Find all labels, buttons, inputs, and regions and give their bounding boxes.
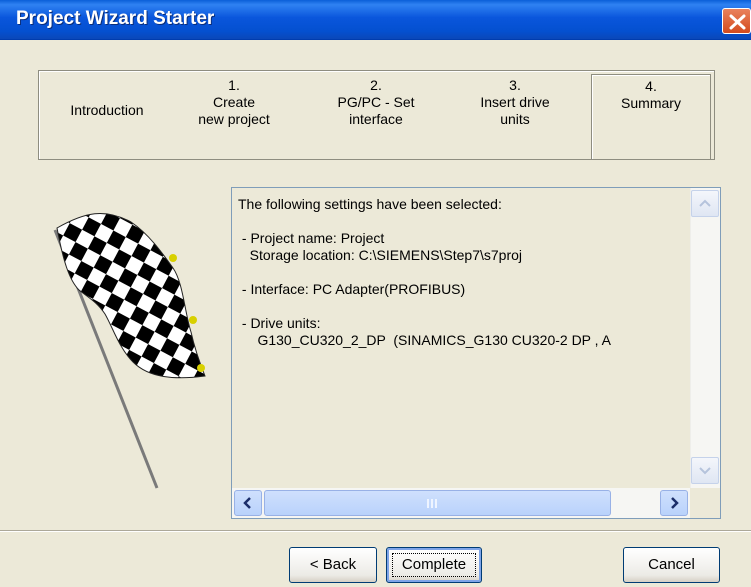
scroll-down-icon <box>699 467 711 475</box>
step-number: 3. <box>509 77 521 93</box>
summary-text: The following settings have been selecte… <box>238 196 612 348</box>
step-create-project: 1. Create new project <box>175 71 293 159</box>
complete-button[interactable]: Complete <box>386 547 482 583</box>
title-bar: Project Wizard Starter <box>0 0 751 40</box>
step-number <box>39 77 175 94</box>
scrollbar-corner <box>690 488 720 518</box>
step-number: 4. <box>645 78 657 94</box>
summary-panel[interactable]: The following settings have been selecte… <box>231 187 721 519</box>
back-button[interactable]: < Back <box>289 547 377 583</box>
close-button[interactable] <box>722 8 751 34</box>
scroll-thumb[interactable] <box>264 490 611 516</box>
step-label: Summary <box>621 95 681 111</box>
scroll-right-icon <box>671 497 679 509</box>
step-introduction: Introduction <box>39 71 175 159</box>
scroll-up-icon <box>699 199 711 207</box>
step-number: 2. <box>370 77 382 93</box>
vertical-scrollbar[interactable] <box>690 188 720 488</box>
step-label: Create new project <box>198 94 270 127</box>
separator <box>0 530 751 532</box>
step-label: Insert drive units <box>480 94 550 127</box>
step-label: PG/PC - Set interface <box>337 94 415 127</box>
scroll-left-button[interactable] <box>234 490 262 516</box>
window-title: Project Wizard Starter <box>16 8 215 29</box>
wizard-steps: Introduction 1. Create new project 2. PG… <box>38 70 715 160</box>
cancel-button[interactable]: Cancel <box>623 547 720 583</box>
step-label: Introduction <box>70 102 144 118</box>
step-summary: 4. Summary <box>591 74 711 160</box>
complete-button-label: Complete <box>392 553 476 577</box>
step-set-interface: 2. PG/PC - Set interface <box>315 71 437 159</box>
close-icon <box>729 14 746 30</box>
scroll-right-button[interactable] <box>660 490 688 516</box>
scroll-up-button[interactable] <box>691 190 719 217</box>
horizontal-scrollbar[interactable] <box>232 488 720 518</box>
grip-icon <box>427 499 437 508</box>
step-insert-drive-units: 3. Insert drive units <box>453 71 577 159</box>
checkered-flag-icon <box>53 212 206 489</box>
scroll-down-button[interactable] <box>691 457 719 484</box>
step-number: 1. <box>228 77 240 93</box>
scroll-left-icon <box>243 497 251 509</box>
